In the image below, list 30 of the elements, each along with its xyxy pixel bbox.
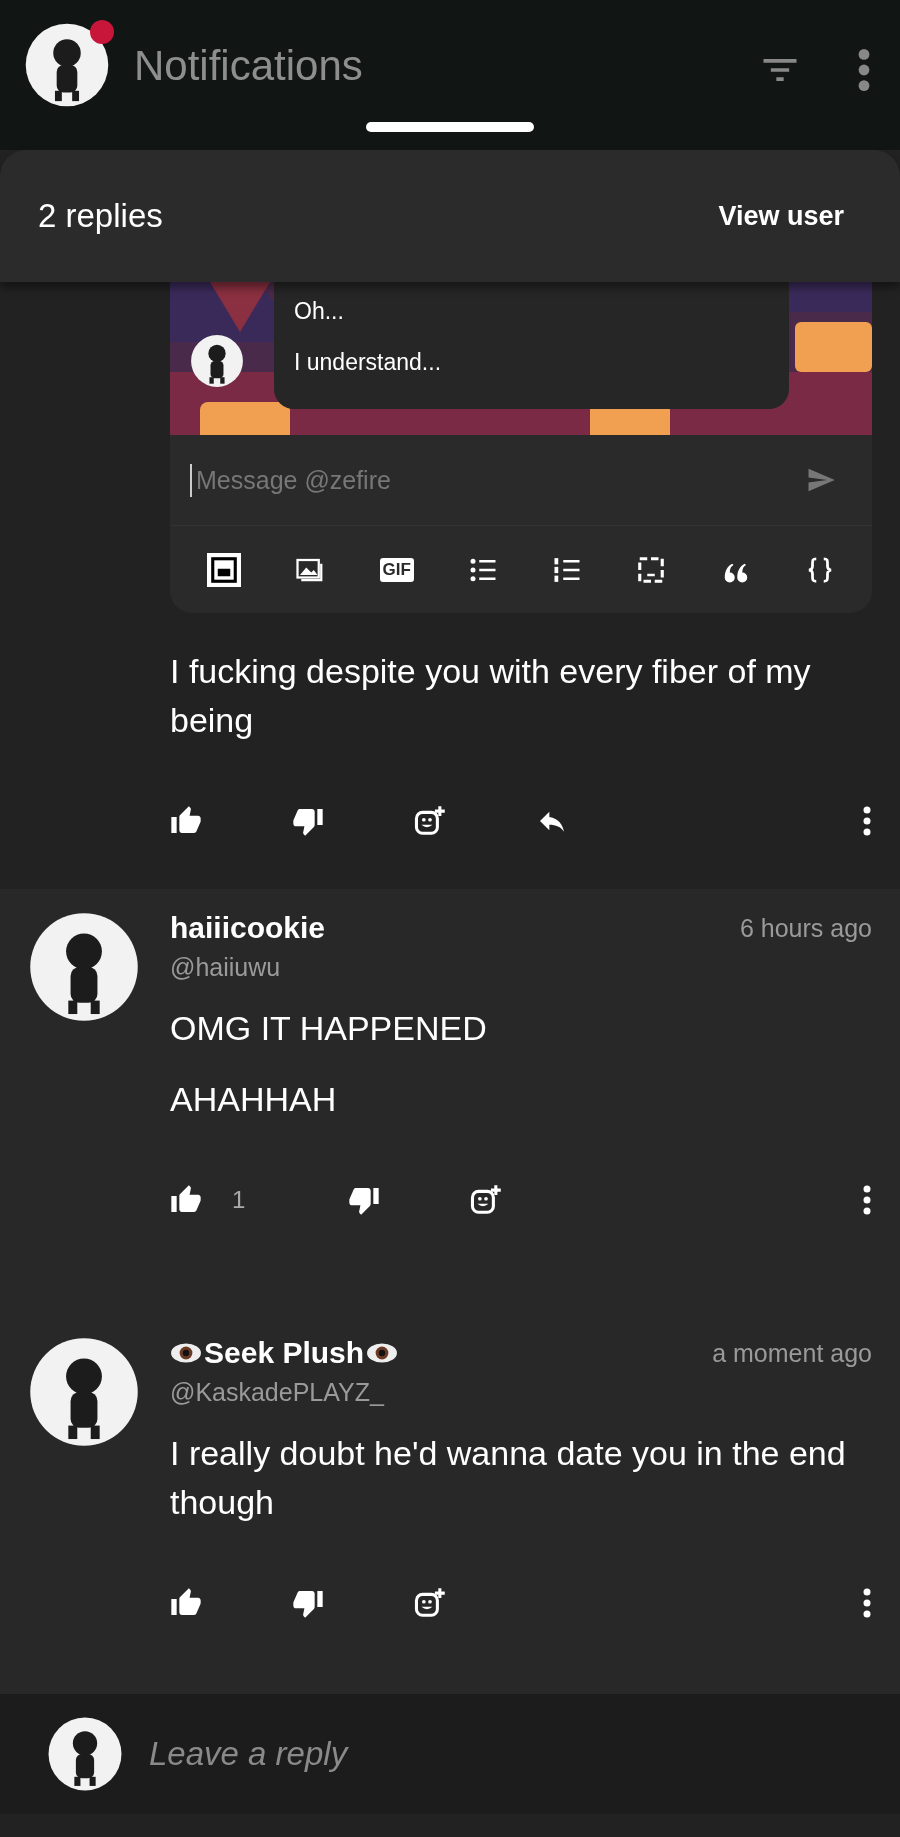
chat-message: Oh...	[294, 298, 345, 325]
user-handle: @KaskadePLAYZ_	[170, 1378, 386, 1407]
gif-button[interactable]: GIF	[379, 557, 414, 582]
page-title: Notifications	[134, 42, 364, 90]
embed-icon[interactable]	[207, 552, 242, 587]
more-options-icon[interactable]	[862, 1185, 872, 1215]
reply-field[interactable]: Leave a reply	[147, 1734, 853, 1774]
user-name[interactable]: Seek Plush	[204, 1336, 365, 1370]
message-field[interactable]: Message @zefire	[190, 463, 806, 497]
reply-bar[interactable]: Leave a reply	[0, 1694, 900, 1814]
comment-text: I really doubt he'd wanna date you in the end though	[170, 1433, 847, 1523]
avatar	[190, 334, 244, 388]
comment-text: OMG IT HAPPENED	[170, 1008, 488, 1049]
view-user-button[interactable]: View user	[718, 200, 844, 232]
comment-text: AHAHHAH	[170, 1079, 338, 1120]
timestamp: 6 hours ago	[739, 913, 872, 943]
timestamp: a moment ago	[712, 1338, 872, 1368]
add-reaction-icon[interactable]	[470, 1184, 502, 1216]
add-reaction-icon[interactable]	[414, 805, 446, 837]
drag-handle[interactable]	[366, 122, 534, 132]
add-reaction-icon[interactable]	[414, 1587, 446, 1619]
user-handle: @haiiuwu	[170, 953, 282, 982]
like-count: 1	[232, 1186, 247, 1214]
user-name[interactable]: haiiicookie	[170, 911, 326, 945]
dashed-frame-icon[interactable]	[636, 554, 667, 585]
more-options-icon[interactable]	[862, 1588, 872, 1618]
comment-text: I fucking despite you with every fiber of my being	[170, 651, 812, 741]
sheet-title: 2 replies	[38, 197, 163, 235]
chat-message: I understand...	[294, 349, 443, 376]
more-options-icon[interactable]	[862, 806, 872, 836]
